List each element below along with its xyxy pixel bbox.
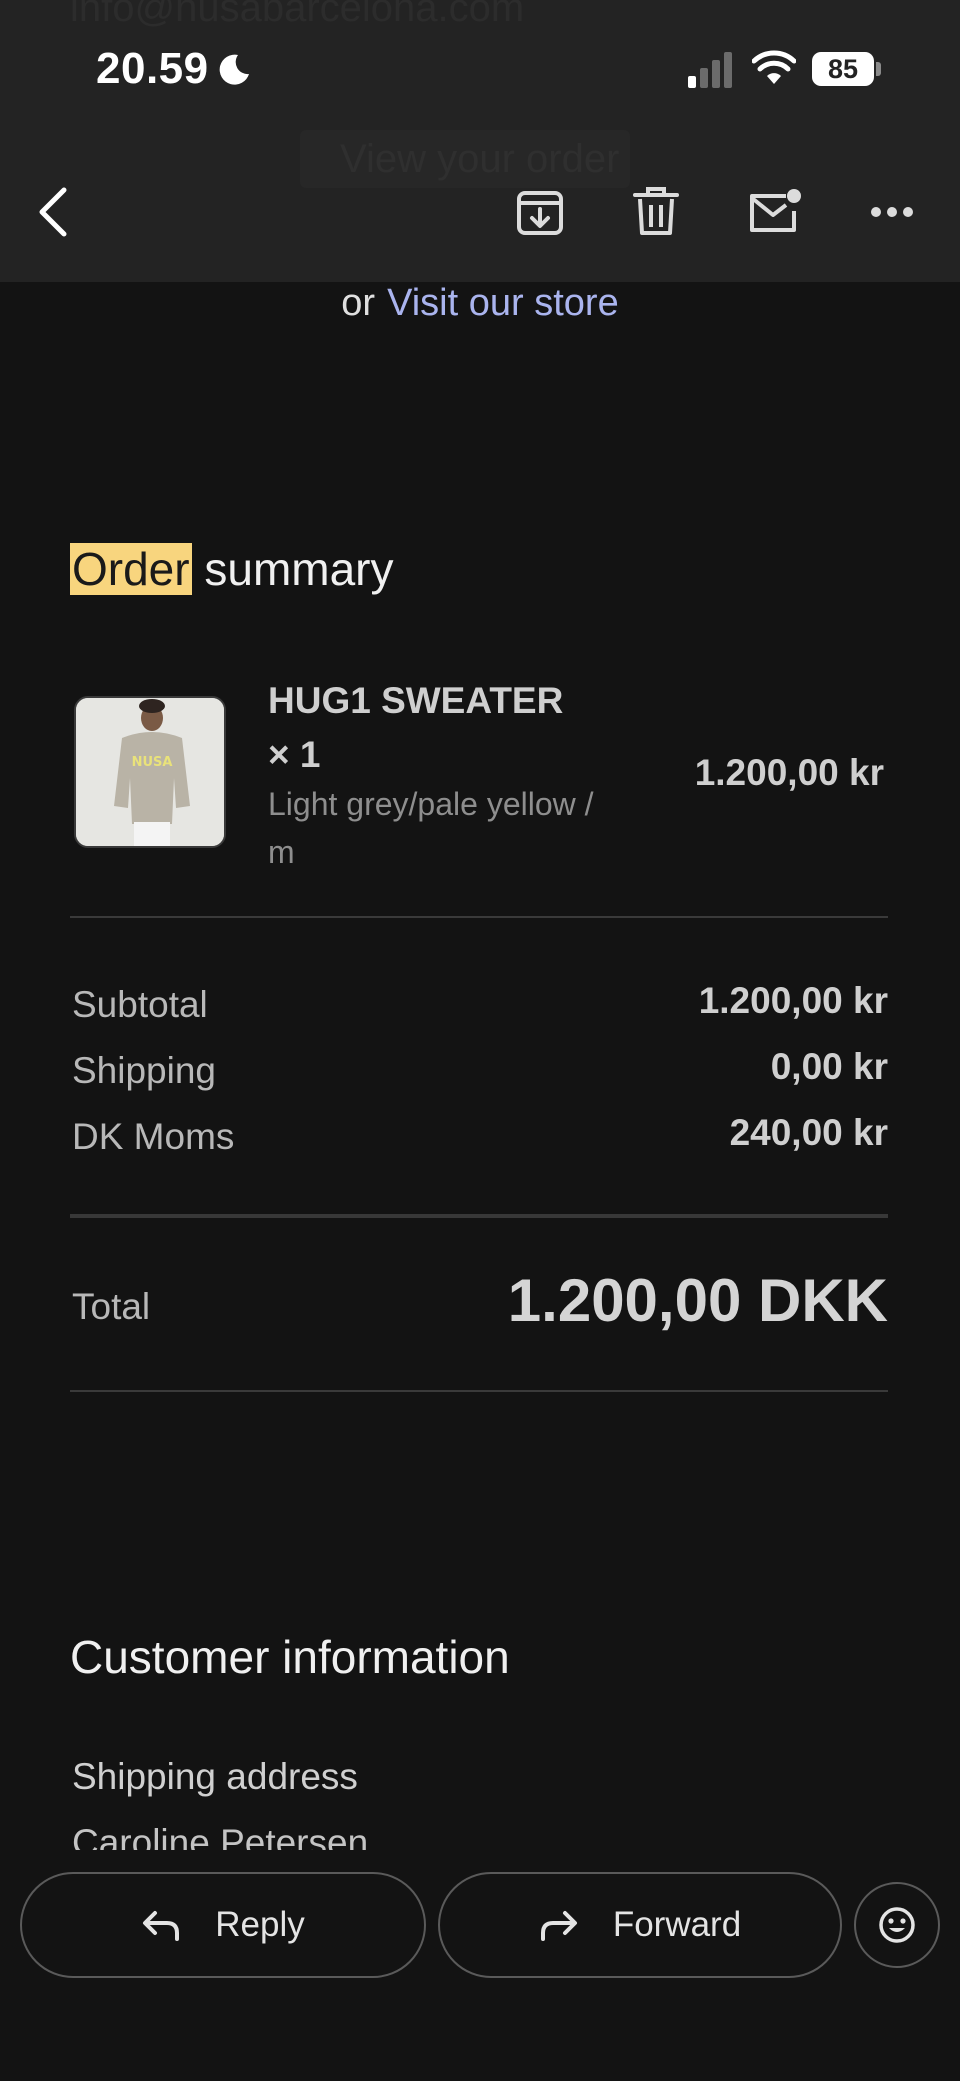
visit-store-line: or Visit our store <box>0 282 960 325</box>
reply-label: Reply <box>215 1905 305 1944</box>
email-toolbar <box>0 170 960 254</box>
shipping-row: Shipping 0,00 kr <box>72 1046 888 1110</box>
more-options-button[interactable] <box>850 170 934 254</box>
archive-button[interactable] <box>498 170 582 254</box>
reply-button[interactable]: Reply <box>20 1872 426 1978</box>
delete-button[interactable] <box>614 170 698 254</box>
trash-icon <box>633 187 679 235</box>
battery-indicator: 85 <box>812 52 874 86</box>
summary-value: 240,00 kr <box>729 1112 888 1153</box>
summary-label: Shipping <box>72 1050 217 1091</box>
archive-icon <box>517 191 563 235</box>
total-value: 1.200,00 DKK <box>507 1267 888 1334</box>
top-app-bar: info@nusabarcelona.com View your order 2… <box>0 0 960 282</box>
order-summary-title-rest: summary <box>191 543 394 595</box>
divider <box>70 1390 888 1392</box>
total-label: Total <box>72 1286 151 1327</box>
product-variant: Light grey/pale yellow / m <box>268 786 594 870</box>
emoji-reaction-button[interactable] <box>854 1882 940 1968</box>
visit-store-link[interactable]: Visit our store <box>387 282 619 324</box>
focus-moon-icon <box>219 54 249 85</box>
mail-unread-icon <box>750 189 801 232</box>
subtotal-row: Subtotal 1.200,00 kr <box>72 980 888 1044</box>
shipping-address-label: Shipping address <box>72 1756 358 1797</box>
divider <box>70 1214 888 1218</box>
reply-action-bar: Reply Forward <box>0 1850 960 2081</box>
reply-icon <box>143 1911 180 1941</box>
summary-value: 0,00 kr <box>770 1046 888 1087</box>
mark-unread-button[interactable] <box>732 170 816 254</box>
summary-value: 1.200,00 kr <box>698 980 888 1021</box>
forward-button[interactable]: Forward <box>438 1872 842 1978</box>
product-price: 1.200,00 kr <box>694 752 884 793</box>
sweater-photo: NUSA <box>76 698 224 846</box>
vat-row: DK Moms 240,00 kr <box>72 1112 888 1176</box>
divider <box>70 916 888 918</box>
summary-label: Subtotal <box>72 984 208 1025</box>
search-highlight: Order <box>70 543 192 595</box>
chevron-left-icon <box>39 187 67 237</box>
total-row: Total 1.200,00 DKK <box>72 1267 888 1352</box>
back-button[interactable] <box>12 170 96 254</box>
product-image: NUSA <box>74 696 226 848</box>
battery-cap <box>876 62 881 76</box>
order-summary-title: Order summary <box>70 542 394 596</box>
more-horizontal-icon <box>871 207 913 217</box>
cellular-signal-icon <box>688 52 732 88</box>
status-bar: 20.59 85 <box>0 0 960 140</box>
product-name: HUG1 SWEATER × 1 <box>268 680 564 775</box>
summary-label: DK Moms <box>72 1116 235 1157</box>
forward-label: Forward <box>612 1905 742 1944</box>
sweater-print-text: NUSA <box>132 755 173 770</box>
emoji-reaction-icon <box>879 1907 915 1943</box>
forward-icon <box>540 1911 577 1941</box>
status-time: 20.59 <box>96 44 209 93</box>
wifi-icon <box>752 50 796 84</box>
customer-information-title: Customer information <box>70 1631 510 1683</box>
visit-prefix: or <box>341 282 376 324</box>
